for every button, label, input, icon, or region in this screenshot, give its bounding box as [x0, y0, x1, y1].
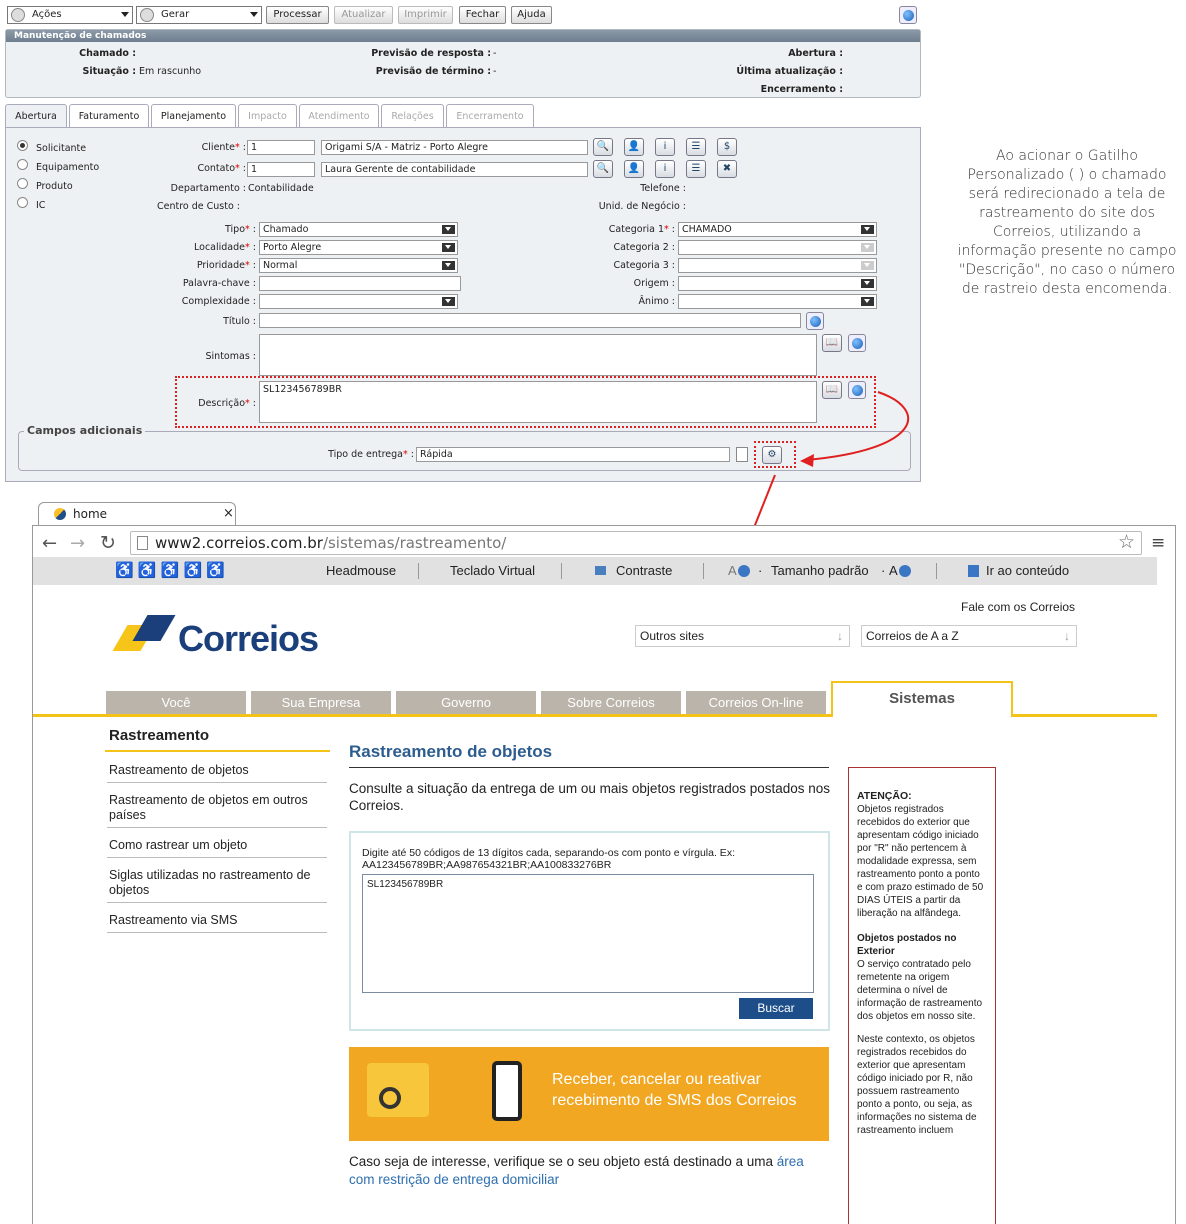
- side-title-underline: [105, 750, 330, 752]
- arrow-head: [800, 454, 814, 467]
- phone-icon: [492, 1061, 522, 1121]
- nav-correios-online[interactable]: Correios On-line: [686, 691, 826, 714]
- star-icon[interactable]: ☆: [1118, 531, 1135, 553]
- side-item-outros-paises[interactable]: Rastreamento de objetos em outros países: [107, 789, 327, 828]
- address-bar[interactable]: www2.correios.com.br/sistemas/rastreamen…: [130, 531, 1142, 555]
- buscar-button[interactable]: Buscar: [739, 998, 813, 1019]
- search-hint: Digite até 50 códigos de 13 dígitos cada…: [362, 847, 735, 871]
- nav-sistemas[interactable]: Sistemas: [831, 681, 1013, 717]
- atencao-p2: O serviço contratado pelo remetente na o…: [857, 959, 983, 1022]
- menu-icon[interactable]: ≡: [1151, 533, 1165, 553]
- forward-icon[interactable]: →: [70, 533, 85, 554]
- outros-sites-select[interactable]: Outros sites ↓: [635, 625, 850, 647]
- side-item-siglas[interactable]: Siglas utilizadas no rastreamento de obj…: [107, 864, 327, 903]
- dot-separator: ·: [881, 563, 886, 578]
- tab-title: home: [73, 507, 108, 521]
- curved-arrow: [805, 391, 909, 461]
- side-item-rastreamento[interactable]: Rastreamento de objetos: [107, 759, 327, 783]
- accessibility-bar: ♿ ♿ ♿ ♿ ♿ Headmouse Teclado Virtual Cont…: [33, 557, 1157, 585]
- minus-icon: [738, 565, 750, 577]
- back-icon[interactable]: ←: [42, 533, 57, 554]
- atencao-box: ATENÇÃO: Objetos registrados recebidos d…: [848, 767, 996, 1224]
- banner-text: Receber, cancelar ou reativar recebiment…: [552, 1071, 797, 1109]
- ir-conteudo-link[interactable]: Ir ao conteúdo: [986, 557, 1069, 585]
- nav-voce[interactable]: Você: [106, 691, 246, 714]
- side-item-como-rastrear[interactable]: Como rastrear um objeto: [107, 834, 327, 858]
- contrast-icon: [595, 566, 606, 575]
- teclado-virtual-link[interactable]: Teclado Virtual: [450, 557, 535, 585]
- accessibility-icons: ♿ ♿ ♿ ♿ ♿: [115, 562, 226, 579]
- reload-icon[interactable]: ↻: [100, 532, 116, 554]
- decrease-font-link[interactable]: A: [728, 557, 737, 585]
- increase-font-link[interactable]: A: [889, 557, 898, 585]
- headmouse-link[interactable]: Headmouse: [326, 557, 396, 585]
- sms-banner[interactable]: Receber, cancelar ou reativar recebiment…: [349, 1047, 829, 1141]
- side-item-sms[interactable]: Rastreamento via SMS: [107, 909, 327, 933]
- correios-logo-text[interactable]: Correios: [178, 618, 319, 660]
- atencao-p1: Objetos registrados recebidos do exterio…: [857, 804, 984, 919]
- browser-tab[interactable]: home ×: [38, 502, 236, 526]
- correios-logo-icon[interactable]: [112, 615, 176, 657]
- fale-link[interactable]: Fale com os Correios: [961, 600, 1075, 614]
- main-title: Rastreamento de objetos: [349, 742, 553, 761]
- atencao-p3: Neste contexto, os objetos registrados r…: [857, 1034, 977, 1136]
- footer-text: Caso seja de interesse, verifique se o s…: [349, 1154, 804, 1187]
- down-arrow-icon: [968, 565, 979, 577]
- plus-icon: [899, 565, 911, 577]
- atencao-title: ATENÇÃO:: [857, 790, 912, 802]
- nav-sua-empresa[interactable]: Sua Empresa: [251, 691, 391, 714]
- side-title: Rastreamento: [109, 727, 210, 744]
- dot-separator: ·: [758, 563, 763, 578]
- correios-a-z-select[interactable]: Correios de A a Z ↓: [861, 625, 1077, 647]
- atencao-subtitle: Objetos postados no Exterior: [857, 933, 957, 957]
- nav-governo[interactable]: Governo: [396, 691, 536, 714]
- favicon-icon: [54, 508, 66, 520]
- nav-sobre-correios[interactable]: Sobre Correios: [541, 691, 681, 714]
- close-icon[interactable]: ×: [223, 503, 234, 525]
- intro-text: Consulte a situação da entrega de um ou …: [349, 781, 831, 813]
- codes-textarea[interactable]: SL123456789BR: [362, 874, 814, 993]
- magnifier-icon: [379, 1087, 401, 1109]
- contraste-link[interactable]: Contraste: [616, 557, 672, 585]
- page-icon: [137, 536, 148, 550]
- tamanho-padrao-link[interactable]: Tamanho padrão: [771, 557, 869, 585]
- main-title-underline: [349, 767, 829, 768]
